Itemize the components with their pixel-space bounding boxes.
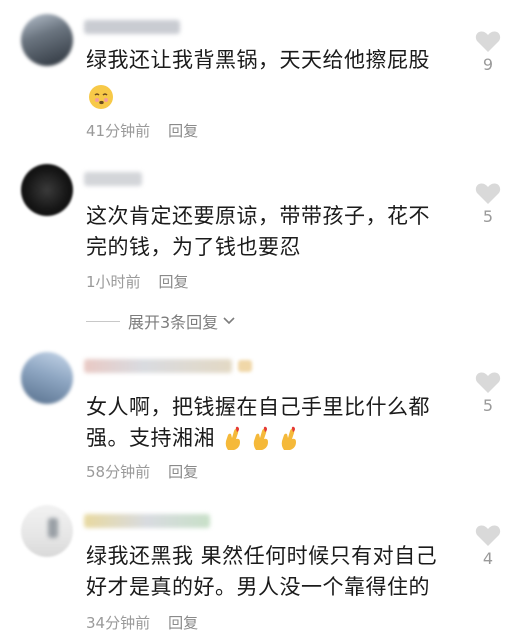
like-button[interactable]: 4	[470, 524, 506, 568]
username[interactable]	[84, 514, 210, 528]
comment-item: 绿我还黑我 果然任何时候只有对自己好才是真的好。男人没一个靠得住的 34分钟前回…	[0, 0, 517, 640]
like-count: 4	[482, 549, 494, 568]
heart-icon[interactable]	[475, 524, 501, 547]
comment-body: 绿我还黑我 果然任何时候只有对自己好才是真的好。男人没一个靠得住的	[86, 544, 438, 599]
comment-text: 绿我还黑我 果然任何时候只有对自己好才是真的好。男人没一个靠得住的	[86, 541, 448, 603]
avatar-detail	[48, 518, 58, 538]
comment-meta: 34分钟前 回复	[86, 612, 198, 633]
avatar[interactable]	[21, 505, 73, 557]
comment-time: 34分钟前	[86, 614, 151, 632]
reply-button[interactable]: 回复	[168, 614, 198, 632]
